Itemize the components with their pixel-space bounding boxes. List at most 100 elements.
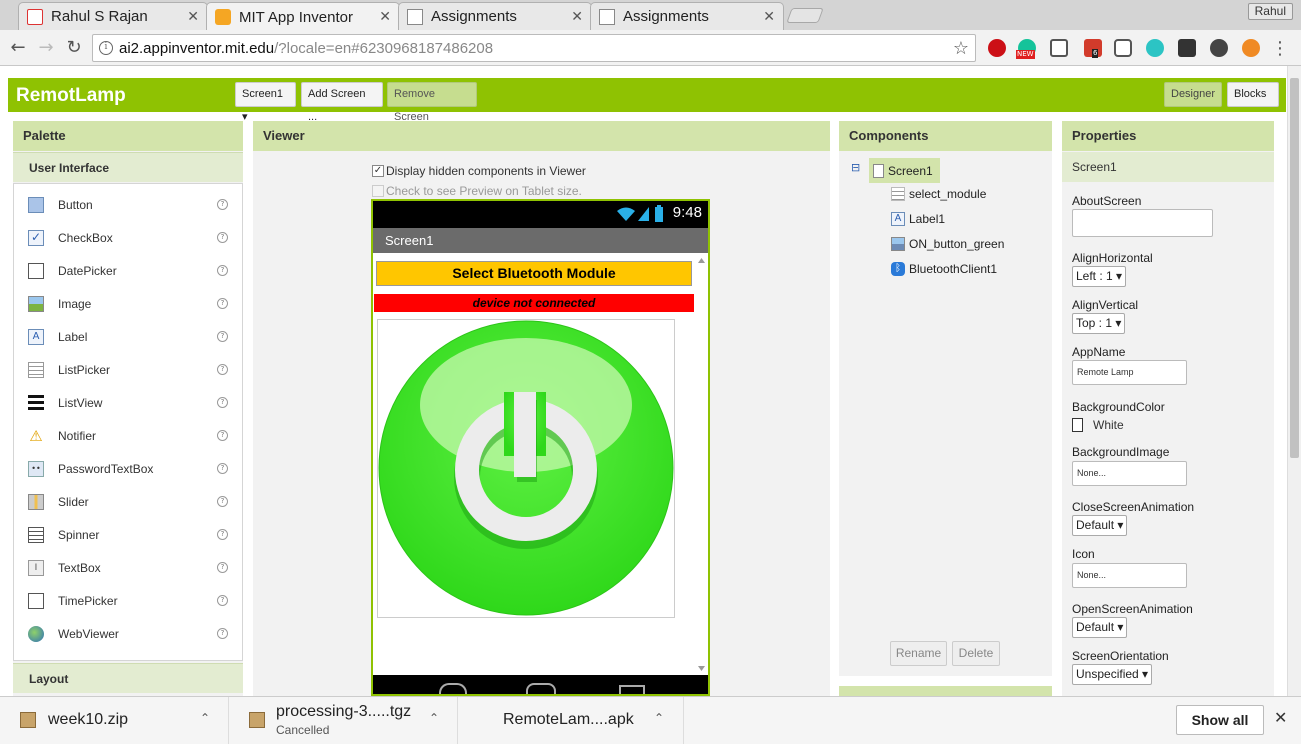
checkbox-unchecked-icon[interactable]	[372, 185, 384, 197]
palette-item-button[interactable]: Button ?	[14, 188, 242, 221]
align-vertical-select[interactable]: Top : 1 ▾	[1072, 313, 1126, 334]
tree-item-screen1[interactable]: Screen1	[869, 158, 940, 183]
palette-item-spinner[interactable]: Spinner ?	[14, 518, 242, 551]
tab-gmail[interactable]: Rahul S Rajan ✕	[18, 2, 208, 30]
page-scrollbar[interactable]	[1287, 66, 1301, 696]
tablet-preview-checkbox[interactable]: Check to see Preview on Tablet size.	[372, 184, 582, 198]
palette-item-datepicker[interactable]: DatePicker ?	[14, 254, 242, 287]
open-animation-select[interactable]: Default ▾	[1072, 617, 1128, 638]
close-icon[interactable]: ✕	[571, 9, 583, 25]
palette-item-passwordtextbox[interactable]: •• PasswordTextBox ?	[14, 452, 242, 485]
bookmark-star-icon[interactable]: ☆	[953, 38, 969, 59]
back-nav-icon[interactable]	[439, 683, 467, 694]
help-icon[interactable]: ?	[217, 397, 228, 408]
recent-apps-nav-icon[interactable]	[619, 685, 645, 694]
chevron-up-icon[interactable]: ⌃	[654, 711, 664, 725]
forward-button[interactable]: →	[36, 38, 56, 58]
palette-item-label[interactable]: A Label ?	[14, 320, 242, 353]
reload-button[interactable]: ↻	[64, 38, 84, 58]
tree-item-select-module[interactable]: select_module	[891, 187, 986, 201]
palette-item-listpicker[interactable]: ListPicker ?	[14, 353, 242, 386]
tree-item-bluetoothclient1[interactable]: ᛒ BluetoothClient1	[891, 262, 997, 276]
palette-item-notifier[interactable]: ⚠ Notifier ?	[14, 419, 242, 452]
close-icon[interactable]: ✕	[187, 9, 199, 25]
close-downloads-icon[interactable]: ✕	[1274, 708, 1287, 727]
palette-item-image[interactable]: Image ?	[14, 287, 242, 320]
info-icon[interactable]: i	[99, 41, 113, 55]
help-icon[interactable]: ?	[217, 562, 228, 573]
download-item-remotelamp-apk[interactable]: RemoteLam....apk ⌃	[458, 697, 684, 744]
grammarly-icon[interactable]: NEW	[1016, 39, 1036, 59]
amazon-assistant-icon[interactable]	[1242, 39, 1260, 57]
app-name-input[interactable]: Remote Lamp	[1072, 360, 1187, 385]
palette-item-timepicker[interactable]: TimePicker ?	[14, 584, 242, 617]
palette-item-checkbox[interactable]: ✓ CheckBox ?	[14, 221, 242, 254]
about-screen-textarea[interactable]	[1072, 209, 1213, 237]
display-hidden-checkbox[interactable]: ✓ Display hidden components in Viewer	[372, 164, 586, 178]
select-bluetooth-button[interactable]: Select Bluetooth Module	[376, 261, 692, 286]
help-icon[interactable]: ?	[217, 298, 228, 309]
profile-button[interactable]: Rahul	[1247, 3, 1293, 20]
blocks-button[interactable]: Blocks	[1227, 82, 1279, 107]
rename-button[interactable]: Rename	[890, 641, 947, 666]
m-extension-icon[interactable]	[1146, 39, 1164, 57]
chevron-up-icon[interactable]: ⌃	[200, 711, 210, 725]
help-icon[interactable]: ?	[217, 331, 228, 342]
viewer-title: Viewer	[253, 121, 830, 151]
remove-screen-button[interactable]: Remove Screen	[387, 82, 477, 123]
background-image-picker[interactable]: None...	[1072, 461, 1187, 486]
tab-assignments-1[interactable]: Assignments ✕	[398, 2, 592, 30]
palette-item-listview[interactable]: ListView ?	[14, 386, 242, 419]
help-icon[interactable]: ?	[217, 199, 228, 210]
background-color-picker[interactable]: White	[1072, 418, 1124, 432]
help-icon[interactable]: ?	[217, 463, 228, 474]
help-icon[interactable]: ?	[217, 496, 228, 507]
screen-orientation-select[interactable]: Unspecified ▾	[1072, 664, 1153, 685]
close-icon[interactable]: ✕	[763, 9, 775, 25]
help-icon[interactable]: ?	[217, 430, 228, 441]
palette-item-slider[interactable]: Slider ?	[14, 485, 242, 518]
power-button-image[interactable]	[377, 319, 675, 618]
palette-category-layout[interactable]: Layout	[13, 663, 243, 693]
align-horizontal-select[interactable]: Left : 1 ▾	[1072, 266, 1127, 287]
back-button[interactable]: ←	[8, 38, 28, 58]
palette-item-textbox[interactable]: I TextBox ?	[14, 551, 242, 584]
collapse-toggle-icon[interactable]: ⊟	[851, 161, 860, 174]
chevron-up-icon[interactable]: ⌃	[429, 711, 439, 725]
new-tab-button[interactable]	[786, 8, 824, 23]
checkbox-checked-icon[interactable]: ✓	[372, 165, 384, 177]
menu-icon[interactable]: ⋮	[1271, 38, 1289, 59]
designer-button[interactable]: Designer	[1164, 82, 1222, 107]
opera-icon[interactable]	[988, 39, 1006, 57]
help-icon[interactable]: ?	[217, 364, 228, 375]
icon-picker[interactable]: None...	[1072, 563, 1187, 588]
scrollbar-thumb[interactable]	[1290, 78, 1299, 458]
download-item-week10[interactable]: week10.zip ⌃	[0, 697, 229, 744]
palette-item-webviewer[interactable]: WebViewer ?	[14, 617, 242, 650]
screen-select[interactable]: Screen1 ▾	[235, 82, 296, 123]
home-nav-icon[interactable]	[526, 683, 556, 694]
pocket-icon[interactable]	[1114, 39, 1132, 57]
show-all-button[interactable]: Show all	[1176, 705, 1264, 735]
delete-button[interactable]: Delete	[952, 641, 1000, 666]
buffer-icon[interactable]	[1178, 39, 1196, 57]
todoist-icon[interactable]: 6	[1084, 39, 1102, 58]
phone-scrollbar[interactable]	[697, 256, 706, 674]
add-screen-button[interactable]: Add Screen ...	[301, 82, 383, 123]
help-icon[interactable]: ?	[217, 595, 228, 606]
help-icon[interactable]: ?	[217, 232, 228, 243]
ghostery-icon[interactable]	[1210, 39, 1228, 57]
address-bar[interactable]: i ai2.appinventor.mit.edu /?locale=en#62…	[92, 34, 976, 62]
lastpass-icon[interactable]	[1050, 39, 1068, 57]
tab-app-inventor[interactable]: MIT App Inventor ✕	[206, 2, 400, 31]
palette-category-user-interface[interactable]: User Interface	[13, 152, 243, 182]
tree-item-on-button-green[interactable]: ON_button_green	[891, 237, 1004, 251]
close-icon[interactable]: ✕	[379, 9, 391, 25]
close-animation-select[interactable]: Default ▾	[1072, 515, 1128, 536]
download-item-processing[interactable]: processing-3.....tgz Cancelled ⌃	[229, 697, 458, 744]
tab-assignments-2[interactable]: Assignments ✕	[590, 2, 784, 30]
help-icon[interactable]: ?	[217, 265, 228, 276]
tree-item-label1[interactable]: A Label1	[891, 212, 945, 226]
help-icon[interactable]: ?	[217, 628, 228, 639]
help-icon[interactable]: ?	[217, 529, 228, 540]
